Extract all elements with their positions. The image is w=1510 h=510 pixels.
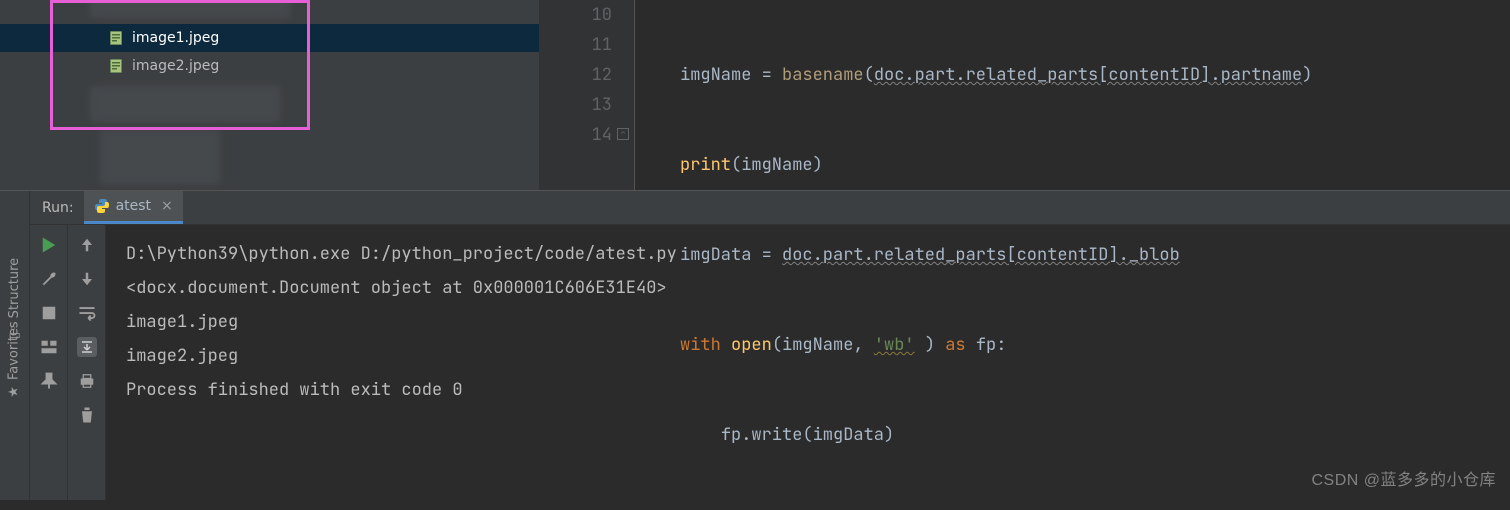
file-icon [108,58,124,74]
down-arrow-icon[interactable] [77,269,97,289]
watermark-text: CSDN @蓝多多的小仓库 [1311,466,1496,490]
print-icon[interactable] [77,371,97,391]
run-tab-label: atest [116,198,151,214]
tree-item-label: image1.jpeg [132,30,219,46]
console-line: D:\Python39\python.exe D:/python_project… [126,237,1490,271]
run-toolbar-col2 [68,225,106,500]
code-area[interactable]: imgName = basename(doc.part.related_part… [635,0,1312,190]
left-tool-strip: ▯◦ Structure ★ Favorites [0,191,30,500]
layout-icon[interactable] [39,337,59,357]
stop-icon[interactable] [39,303,59,323]
run-label: Run: [42,200,74,216]
star-icon: ★ [7,386,22,398]
tree-item-label: image2.jpeg [132,58,219,74]
python-icon [94,198,110,214]
console-line: Process finished with exit code 0 [126,373,1490,407]
run-icon[interactable] [39,235,59,255]
project-tree[interactable]: image1.jpeg image2.jpeg [0,0,540,190]
pin-icon[interactable] [39,371,59,391]
up-arrow-icon[interactable] [77,235,97,255]
wrench-icon[interactable] [39,269,59,289]
console-line: image2.jpeg [126,339,1490,373]
console-line: <docx.document.Document object at 0x0000… [126,271,1490,305]
favorites-tool-button[interactable]: ★ Favorites [7,321,22,397]
tree-item-image1[interactable]: image1.jpeg [0,24,539,52]
file-icon [108,30,124,46]
editor-gutter: 10 11 12 13 14⌃ [540,0,635,190]
run-tab-atest[interactable]: atest × [84,191,183,224]
code-editor[interactable]: 10 11 12 13 14⌃ imgName = basename(doc.p… [540,0,1510,190]
soft-wrap-icon[interactable] [77,303,97,323]
console-line: image1.jpeg [126,305,1490,339]
console-output[interactable]: D:\Python39\python.exe D:/python_project… [106,225,1510,500]
tree-item-image2[interactable]: image2.jpeg [0,52,539,80]
close-icon[interactable]: × [161,198,173,214]
scroll-to-end-icon[interactable] [77,337,97,357]
trash-icon[interactable] [77,405,97,425]
fold-marker-icon[interactable]: ⌃ [617,128,629,140]
run-toolbar-col1 [30,225,68,500]
run-tool-header: Run: atest × [30,191,1510,225]
